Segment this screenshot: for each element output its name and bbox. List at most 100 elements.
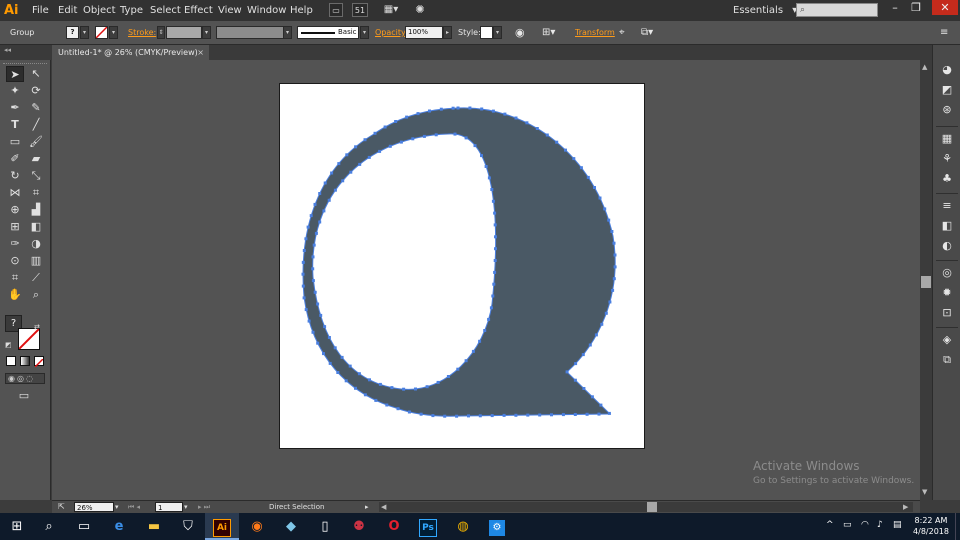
image-trace-icon[interactable]: ⊡ (938, 305, 956, 321)
anchor-point[interactable] (478, 339, 482, 343)
anchor-point[interactable] (453, 132, 457, 136)
anchor-point[interactable] (357, 372, 361, 376)
stroke-dropdown[interactable]: ▾ (109, 26, 118, 39)
firefox-icon[interactable]: ◉ (240, 513, 274, 540)
symbols-icon[interactable]: ♣ (938, 171, 956, 187)
anchor-point[interactable] (443, 414, 447, 418)
anchor-point[interactable] (322, 209, 326, 213)
anchor-point[interactable] (574, 362, 578, 366)
anchor-point[interactable] (373, 131, 377, 135)
anchor-point[interactable] (396, 407, 400, 411)
media-player-icon[interactable]: ⚉ (342, 513, 376, 540)
help-search[interactable]: ⌕ (796, 3, 878, 17)
rectangle-tool-icon[interactable]: ▭ (6, 134, 24, 150)
illustrator-taskbar-button[interactable]: Ai (205, 513, 239, 540)
anchor-point[interactable] (478, 414, 482, 418)
anchor-point[interactable] (468, 106, 472, 110)
anchor-point[interactable] (367, 155, 371, 159)
anchor-point[interactable] (318, 220, 322, 224)
anchor-point[interactable] (611, 288, 615, 292)
workspace-layout-icon[interactable]: ▦▾ (381, 3, 401, 17)
close-tab-icon[interactable]: × (197, 45, 204, 60)
anchor-point[interactable] (309, 214, 313, 218)
file-explorer-icon[interactable]: ▬ (137, 513, 171, 540)
show-hidden-icons[interactable]: ^ (826, 520, 834, 530)
anchor-point[interactable] (487, 176, 491, 180)
layers-icon[interactable]: ◈ (938, 332, 956, 348)
gradient-mode-icon[interactable] (20, 356, 30, 366)
anchor-point[interactable] (494, 247, 497, 251)
anchor-point[interactable] (363, 138, 367, 142)
language-icon[interactable]: ▤ (893, 520, 902, 530)
cc-libraries-icon[interactable]: ⊛ (938, 102, 956, 118)
perspective-grid-tool-icon[interactable]: ▟ (27, 202, 45, 218)
anchor-point[interactable] (414, 387, 417, 391)
anchor-point[interactable] (586, 175, 590, 179)
anchor-point[interactable] (333, 188, 337, 192)
mesh-tool-icon[interactable]: ⊞ (6, 219, 24, 235)
anchor-point[interactable] (318, 192, 322, 195)
start-icon[interactable]: ⊞ (0, 513, 34, 540)
anchor-point[interactable] (302, 296, 306, 300)
stroke-weight-dropdown[interactable]: ▾ (202, 26, 211, 39)
anchor-point[interactable] (493, 223, 497, 227)
anchor-point[interactable] (555, 140, 559, 144)
anchor-point[interactable] (514, 116, 518, 120)
anchor-point[interactable] (311, 255, 315, 259)
anchor-point[interactable] (388, 144, 392, 148)
anchor-point[interactable] (456, 367, 460, 371)
anchor-point[interactable] (327, 336, 331, 339)
chrome-icon[interactable]: ◍ (446, 513, 480, 540)
transparency-icon[interactable]: ◐ (938, 238, 956, 254)
menu-view[interactable]: View (218, 0, 242, 21)
vertical-scroll-thumb[interactable] (921, 276, 931, 288)
anchor-point[interactable] (323, 181, 327, 185)
photoshop-taskbar-button[interactable]: Ps (411, 513, 445, 540)
appearance-icon[interactable]: ◎ (938, 265, 956, 281)
free-transform-tool-icon[interactable]: ⌗ (27, 185, 45, 201)
anchor-point[interactable] (311, 279, 315, 283)
eraser-tool-icon[interactable]: ▰ (27, 151, 45, 167)
anchor-point[interactable] (491, 109, 495, 113)
anchor-point[interactable] (613, 265, 617, 269)
panel-menu-icon[interactable]: ≡ (940, 21, 948, 44)
anchor-point[interactable] (311, 330, 315, 334)
anchor-point[interactable] (333, 346, 337, 350)
anchor-point[interactable] (493, 270, 497, 274)
anchor-point[interactable] (565, 370, 569, 374)
anchor-point[interactable] (390, 386, 394, 390)
menu-file[interactable]: File (32, 0, 49, 21)
color-panel-icon[interactable]: ◕ (938, 62, 956, 78)
transform-label[interactable]: Transform (575, 21, 615, 44)
drawing-modes-icon[interactable]: ◉◎◌ (5, 373, 45, 384)
anchor-point[interactable] (585, 412, 589, 416)
none-mode-icon[interactable] (34, 356, 44, 368)
anchor-point[interactable] (306, 225, 310, 229)
curvature-tool-icon[interactable]: ✎ (27, 100, 45, 116)
anchor-point[interactable] (492, 282, 496, 286)
anchor-point[interactable] (330, 171, 334, 175)
stroke-weight-field[interactable] (166, 26, 202, 39)
menu-object[interactable]: Object (83, 0, 116, 21)
menu-select[interactable]: Select (150, 0, 181, 21)
anchor-point[interactable] (354, 145, 358, 149)
anchor-point[interactable] (573, 378, 577, 382)
anchor-point[interactable] (487, 317, 491, 321)
edge-icon[interactable]: e (102, 513, 136, 540)
anchor-point[interactable] (582, 387, 586, 390)
share-icon[interactable]: ⇱ (58, 501, 65, 513)
anchor-point[interactable] (607, 411, 611, 415)
workspace-switcher[interactable]: Essentials ▾ (733, 0, 797, 21)
anchor-point[interactable] (545, 133, 549, 137)
anchor-point[interactable] (327, 198, 331, 202)
anchor-point[interactable] (526, 413, 530, 417)
anchor-point[interactable] (425, 385, 429, 389)
minimize-button[interactable]: – (885, 0, 905, 15)
brush-definition-field[interactable]: Basic (297, 26, 359, 39)
artboard[interactable] (279, 83, 645, 449)
artboard-dropdown-icon[interactable]: ▾ (184, 501, 188, 513)
gpu-performance-icon[interactable]: ✺ (412, 3, 428, 17)
anchor-point[interactable] (600, 322, 604, 326)
anchor-point[interactable] (607, 218, 611, 222)
anchor-point[interactable] (345, 153, 349, 157)
